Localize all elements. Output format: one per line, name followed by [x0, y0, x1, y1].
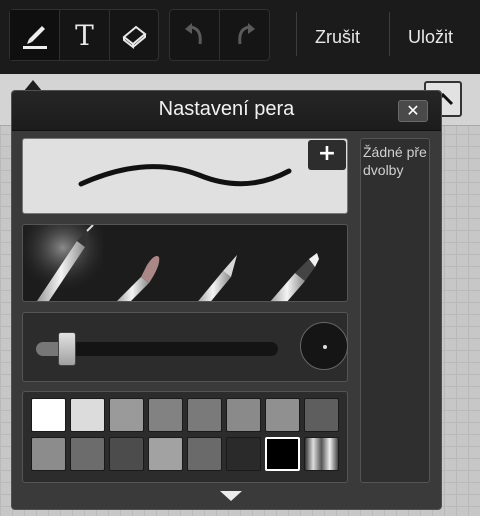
presets-list: Žádné předvolby [360, 138, 430, 483]
color-swatch[interactable] [70, 437, 105, 471]
color-swatch[interactable] [226, 437, 261, 471]
pen-size-thumb[interactable] [58, 332, 77, 366]
toolbar-divider [296, 12, 297, 56]
color-swatch[interactable] [304, 398, 339, 432]
save-button[interactable]: Uložit [408, 0, 453, 74]
close-button[interactable]: ✕ [398, 100, 428, 122]
color-swatch[interactable] [187, 437, 222, 471]
color-swatch[interactable] [265, 398, 300, 432]
eraser-icon [122, 25, 147, 50]
pencil-icon[interactable] [195, 255, 237, 301]
stroke-preview [22, 138, 348, 214]
top-toolbar: T Zrušit Uložit [0, 0, 480, 74]
color-swatch-selected[interactable] [265, 437, 300, 471]
color-swatch[interactable] [31, 398, 66, 432]
undo-icon [184, 23, 202, 45]
color-swatch[interactable] [70, 398, 105, 432]
toolbar-divider [389, 12, 390, 56]
plus-icon: + [317, 141, 337, 166]
color-swatch[interactable] [226, 398, 261, 432]
pen-icon [22, 26, 47, 49]
undo-button[interactable] [170, 10, 220, 60]
add-preset-button[interactable]: + [308, 140, 346, 170]
pen-size-dot [323, 345, 327, 349]
color-swatch[interactable] [304, 437, 339, 471]
pen-size-control [22, 312, 348, 382]
tool-group: T [9, 9, 159, 61]
redo-icon [237, 23, 255, 45]
close-icon: ✕ [406, 101, 420, 120]
color-swatch[interactable] [148, 398, 183, 432]
stroke-preview-line [78, 164, 292, 187]
color-swatch[interactable] [109, 437, 144, 471]
pen-settings-panel: Nastavení pera ✕ + Žádné předvolby [11, 90, 442, 510]
chevron-down-icon[interactable] [220, 491, 242, 501]
brush-icon[interactable] [115, 256, 160, 301]
pen-settings-screen: T Zrušit Uložit Nastavení pera ✕ + Žádné… [0, 0, 480, 516]
pen-size-preview [300, 322, 348, 370]
history-group [169, 9, 270, 61]
color-swatch[interactable] [31, 437, 66, 471]
redo-button[interactable] [220, 10, 269, 60]
marker-icon[interactable] [269, 253, 319, 301]
presets-empty-label: Žádné předvolby [363, 144, 427, 178]
color-palette [22, 391, 348, 483]
eraser-tool-button[interactable] [110, 10, 158, 60]
color-swatch[interactable] [148, 437, 183, 471]
panel-title: Nastavení pera [158, 98, 295, 120]
pen-tool-button[interactable] [10, 10, 60, 60]
cancel-button[interactable]: Zrušit [315, 0, 360, 74]
color-swatch[interactable] [187, 398, 222, 432]
text-icon: T [75, 18, 94, 52]
text-tool-button[interactable]: T [60, 10, 110, 60]
pen-type-selector [22, 224, 348, 302]
color-swatch[interactable] [109, 398, 144, 432]
pen-size-slider[interactable] [36, 332, 278, 366]
panel-header: Nastavení pera ✕ [12, 91, 441, 131]
